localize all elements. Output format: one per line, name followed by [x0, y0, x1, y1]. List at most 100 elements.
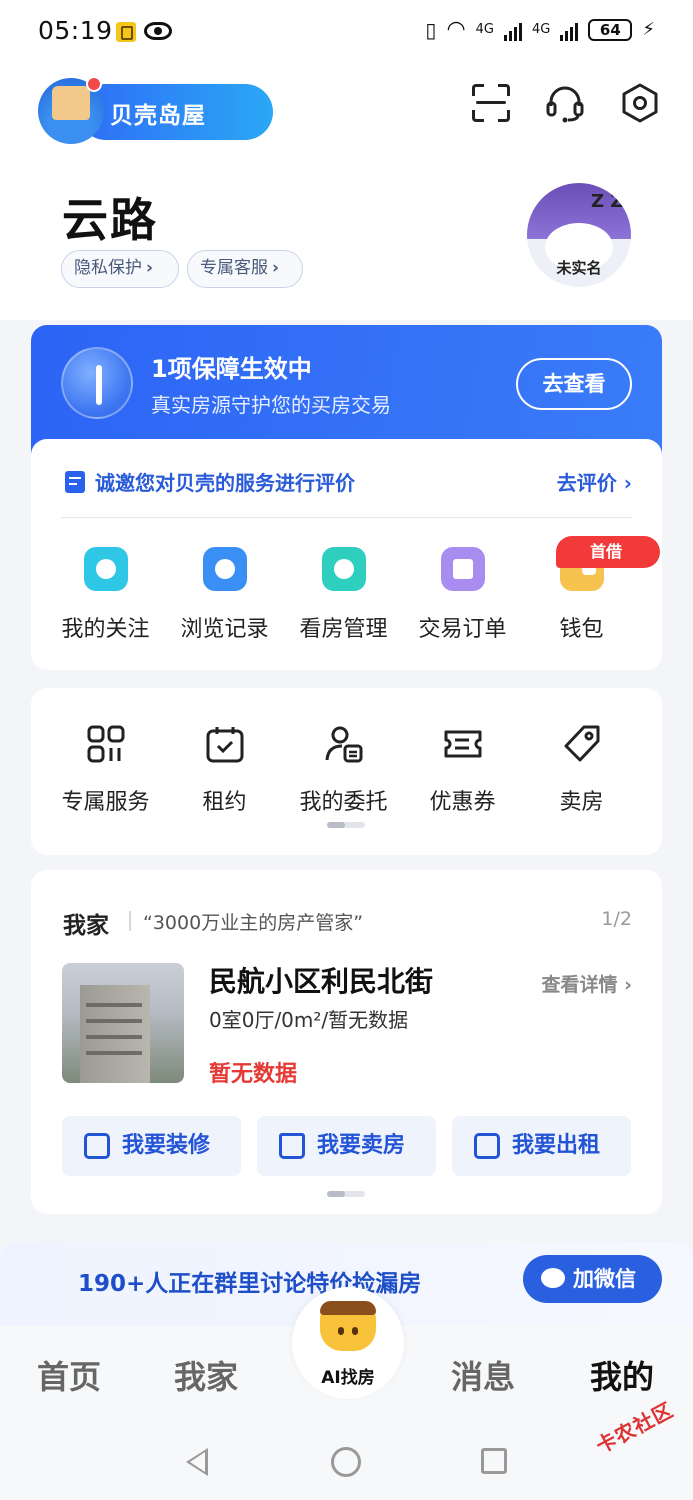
folder-icon: [322, 547, 366, 591]
eye-icon: [144, 22, 172, 40]
pudding-mascot-icon: [320, 1301, 376, 1351]
notification-dot: [86, 76, 102, 92]
service-exclusive[interactable]: 专属服务: [46, 720, 165, 820]
quick-action-label: 看房管理: [299, 617, 388, 642]
house-name[interactable]: 民航小区利民北街: [209, 960, 433, 1000]
service-coupon[interactable]: 优惠券: [403, 720, 522, 820]
battery-icon: 64: [588, 18, 633, 41]
add-wechat-label: 加微信: [573, 1267, 636, 1291]
dedicated-service-chip[interactable]: 专属客服 ›: [187, 250, 303, 288]
apps-grid-icon: [87, 725, 125, 763]
add-wechat-button[interactable]: 加微信: [523, 1255, 662, 1303]
view-protection-button[interactable]: 去查看: [516, 358, 632, 410]
quick-action-history[interactable]: 浏览记录: [165, 547, 284, 657]
wifi-icon: ◠: [446, 17, 466, 42]
quick-action-orders[interactable]: 交易订单: [403, 547, 522, 657]
first-loan-badge: 首借: [556, 536, 660, 568]
house-icon: [279, 1133, 305, 1159]
tab-mine[interactable]: 我的: [590, 1352, 654, 1398]
quick-action-label: 交易订单: [418, 617, 507, 642]
service-entrust[interactable]: 我的委托: [284, 720, 403, 820]
service-label: 优惠券: [429, 790, 496, 815]
home-title: 我家: [63, 913, 109, 939]
protection-banner: 1项保障生效中 真实房源守护您的买房交易 去查看: [31, 325, 662, 455]
paint-roller-icon: [84, 1133, 110, 1159]
privacy-protection-chip[interactable]: 隐私保护 ›: [61, 250, 179, 288]
signal-4g-label-2: 4G: [532, 22, 551, 37]
notification-app-icon: [116, 22, 136, 42]
service-sell[interactable]: 卖房: [522, 720, 641, 820]
quick-action-label: 浏览记录: [180, 617, 269, 642]
divider: [129, 911, 131, 931]
tag-icon: [564, 725, 600, 762]
charging-icon: ⚡: [642, 19, 655, 40]
renovate-button[interactable]: 我要装修: [62, 1116, 241, 1176]
renovate-label: 我要装修: [122, 1133, 211, 1158]
settings-hexagon-icon[interactable]: [619, 82, 661, 124]
tab-home[interactable]: 首页: [37, 1352, 101, 1398]
quick-action-label: 我的关注: [61, 617, 150, 642]
page-counter: 1/2: [601, 908, 632, 930]
home-slogan: “3000万业主的房产管家”: [143, 912, 364, 934]
divider: [61, 517, 632, 518]
status-time: 05:19: [38, 16, 113, 45]
avatar[interactable]: Z Z 未实名: [527, 183, 631, 287]
island-house-logo[interactable]: 贝壳岛屋: [38, 76, 273, 144]
my-home-card: 我家 “3000万业主的房产管家” 1/2 民航小区利民北街 查看详情 › 0室…: [31, 870, 662, 1214]
heart-icon: [84, 547, 128, 591]
vibrate-icon: ▯: [425, 17, 437, 42]
house-photo[interactable]: [62, 963, 184, 1083]
browse-icon: [203, 547, 247, 591]
chip-label: 隐私保护: [74, 258, 142, 278]
view-details-link[interactable]: 查看详情 ›: [542, 970, 632, 997]
signal-icon: [504, 19, 522, 41]
protection-card: 1项保障生效中 真实房源守护您的买房交易 去查看 诚邀您对贝壳的服务进行评价 去…: [31, 325, 662, 670]
house-icon: [52, 86, 90, 120]
document-icon: [65, 471, 85, 493]
protection-title: 1项保障生效中: [151, 355, 312, 383]
evaluation-prompt[interactable]: 诚邀您对贝壳的服务进行评价: [95, 467, 355, 496]
house-spec: 0室0厅/0m²/暂无数据: [209, 1008, 409, 1032]
sleep-z-icon: Z Z: [591, 191, 624, 212]
sell-house-button[interactable]: 我要卖房: [257, 1116, 436, 1176]
system-nav-bar: [0, 1420, 693, 1500]
home-circle-icon[interactable]: [331, 1447, 361, 1477]
signal-4g-label-1: 4G: [475, 22, 494, 37]
scan-icon[interactable]: [470, 82, 512, 124]
ai-find-house-button[interactable]: AI找房: [292, 1287, 404, 1399]
tab-my-home[interactable]: 我家: [174, 1352, 238, 1398]
quick-action-label: 钱包: [559, 617, 604, 642]
service-label: 租约: [202, 790, 247, 815]
unverified-label: 未实名: [556, 259, 602, 277]
clipboard-icon: [441, 547, 485, 591]
user-doc-icon: [325, 726, 363, 763]
quick-action-viewing[interactable]: 看房管理: [284, 547, 403, 657]
door-icon: [474, 1133, 500, 1159]
quick-action-follow[interactable]: 我的关注: [46, 547, 165, 657]
ai-find-house-label: AI找房: [321, 1368, 375, 1388]
services-card: 专属服务 租约 我的委托 优惠券 卖房: [31, 688, 662, 855]
rent-label: 我要出租: [512, 1133, 601, 1158]
chevron-right-icon: ›: [146, 258, 154, 278]
protection-subtitle: 真实房源守护您的买房交易: [151, 393, 391, 417]
page-indicator: [327, 1191, 365, 1197]
evaluate-link[interactable]: 去评价 ›: [557, 467, 632, 496]
rent-out-button[interactable]: 我要出租: [452, 1116, 631, 1176]
back-icon[interactable]: [186, 1448, 208, 1476]
calendar-check-icon: [206, 727, 244, 763]
logo-text: 贝壳岛屋: [110, 103, 206, 129]
shield-icon: [61, 347, 133, 419]
signal-icon: [560, 19, 579, 41]
no-data-label: 暂无数据: [209, 1062, 298, 1087]
status-indicators: ▯ ◠ 4G 4G 64 ⚡: [425, 17, 655, 42]
service-lease[interactable]: 租约: [165, 720, 284, 820]
tab-messages[interactable]: 消息: [451, 1352, 515, 1398]
chip-label: 专属客服: [200, 258, 268, 278]
recent-apps-icon[interactable]: [481, 1448, 507, 1474]
service-label: 卖房: [559, 790, 604, 815]
user-name: 云路: [62, 193, 158, 247]
chevron-right-icon: ›: [272, 258, 280, 278]
coupon-icon: [444, 730, 482, 758]
headset-icon[interactable]: [544, 82, 586, 124]
services-row: 专属服务 租约 我的委托 优惠券 卖房: [31, 720, 662, 820]
